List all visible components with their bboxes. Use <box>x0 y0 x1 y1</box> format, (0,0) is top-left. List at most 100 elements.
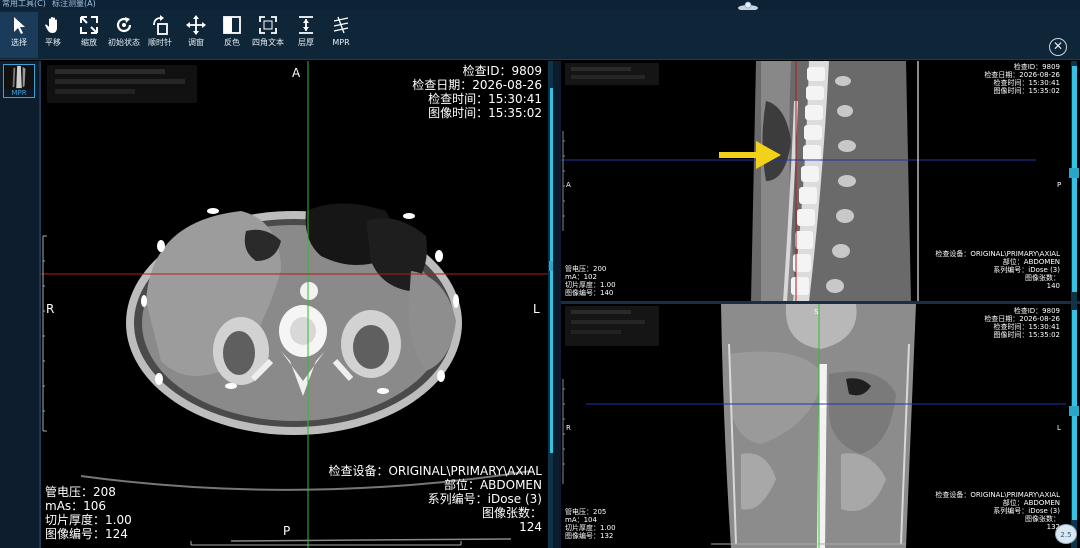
orient-left-label: R <box>46 302 55 316</box>
exam-id: 检查ID：9809 <box>462 64 542 78</box>
image-count-label: 图像张数： <box>481 506 542 520</box>
sagittal-scrollbar-thumb[interactable] <box>1072 66 1077 292</box>
mas-value: mA：104 <box>565 516 597 524</box>
spine-thumbnail-image <box>4 65 34 89</box>
axial-top-right-info: 检查ID：9809 检查日期：2026-08-26 检查时间：15:30:41 … <box>412 64 542 120</box>
menu-bar: 常用工具(C) 标注测量(A) <box>0 0 1080 11</box>
sagittal-bottom-right-info: 检查设备：ORIGINAL\PRIMARY\AXIAL 部位：ABDOMEN 系… <box>935 250 1060 290</box>
image-number: 图像编号：124 <box>45 527 128 541</box>
orient-left-label: R <box>566 424 571 432</box>
image-time: 图像时间：15:35:02 <box>993 87 1060 95</box>
tool-label: 初始状态 <box>108 38 140 47</box>
image-number: 图像编号：140 <box>565 289 614 297</box>
close-button[interactable]: ✕ <box>1049 38 1067 56</box>
zoom-level-badge[interactable]: 2.5 <box>1055 524 1077 544</box>
series-number: 系列编号：iDose (3) <box>993 266 1060 274</box>
image-time: 图像时间：15:35:02 <box>993 331 1060 339</box>
mpr-series-thumbnail[interactable]: MPR <box>3 64 35 98</box>
tool-pan-button[interactable]: 平移 <box>34 12 72 58</box>
orient-right-label: P <box>1057 181 1062 189</box>
corner-text-icon <box>259 16 277 34</box>
tool-slice-thickness-button[interactable]: 层厚 <box>287 12 325 58</box>
tool-select-button[interactable]: 选择 <box>0 12 38 58</box>
coronal-bottom-left-info: 管电压：205 mA：104 切片厚度：1.00 图像编号：132 <box>565 508 616 540</box>
sagittal-scrollbar-knob[interactable] <box>1069 168 1079 178</box>
image-number: 图像编号：132 <box>565 532 614 540</box>
tool-window-level-button[interactable]: 调窗 <box>177 12 215 58</box>
mas-value: mAs：106 <box>45 499 107 513</box>
body-part: 部位：ABDOMEN <box>443 478 542 492</box>
body-part: 部位：ABDOMEN <box>1002 499 1060 507</box>
orient-top-label: A <box>292 66 301 80</box>
slice-thickness: 切片厚度：1.00 <box>565 524 616 532</box>
tube-voltage: 管电压：208 <box>45 485 116 499</box>
exam-time: 检查时间：15:30:41 <box>993 79 1060 87</box>
axial-bottom-left-info: 管电压：208 mAs：106 切片厚度：1.00 图像编号：124 <box>45 485 132 541</box>
sagittal-top-right-info: 检查ID：9809 检查日期：2026-08-26 检查时间：15:30:41 … <box>984 63 1060 95</box>
tool-label: 反色 <box>224 38 240 47</box>
orient-left-label: A <box>566 181 571 189</box>
tube-voltage: 管电压：200 <box>565 265 607 273</box>
tool-label: MPR <box>332 38 350 47</box>
coronal-scrollbar-knob[interactable] <box>1069 406 1079 416</box>
toolbar: 选择 平移 缩放 初始状态 顺时针 调窗 反色 四角文本 层厚 MPR ✕ <box>0 10 1080 60</box>
viewport-separator <box>553 61 561 548</box>
axial-bottom-right-info: 检查设备：ORIGINAL\PRIMARY\AXIAL 部位：ABDOMEN 系… <box>328 464 542 534</box>
exam-time: 检查时间：15:30:41 <box>428 92 542 106</box>
exam-id: 检查ID：9809 <box>1013 63 1060 71</box>
sagittal-bottom-left-info: 管电压：200 mA：102 切片厚度：1.00 图像编号：140 <box>565 265 616 297</box>
exam-date: 检查日期：2026-08-26 <box>984 315 1060 323</box>
tool-mpr-button[interactable]: MPR <box>322 12 360 58</box>
tool-label: 缩放 <box>81 38 97 47</box>
tool-zoom-button[interactable]: 缩放 <box>70 12 108 58</box>
exam-time: 检查时间：15:30:41 <box>993 323 1060 331</box>
orient-right-label: L <box>533 302 540 316</box>
exam-date: 检查日期：2026-08-26 <box>412 78 542 92</box>
device-info: 检查设备：ORIGINAL\PRIMARY\AXIAL <box>935 491 1060 499</box>
image-count-label: 图像张数： <box>1025 515 1060 523</box>
tool-label: 层厚 <box>298 38 314 47</box>
axial-viewport[interactable]: 检查ID：9809 检查日期：2026-08-26 检查时间：15:30:41 … <box>40 61 548 548</box>
tool-label: 调窗 <box>188 38 204 47</box>
mas-value: mA：102 <box>565 273 597 281</box>
tube-voltage: 管电压：205 <box>565 508 607 516</box>
tool-reset-button[interactable]: 初始状态 <box>105 12 143 58</box>
series-number: 系列编号：iDose (3) <box>993 507 1060 515</box>
window-level-icon <box>186 15 206 35</box>
coronal-viewport[interactable]: 检查ID：9809 检查日期：2026-08-26 检查时间：15:30:41 … <box>561 304 1080 548</box>
orient-right-label: L <box>1057 424 1061 432</box>
tool-label: 选择 <box>11 38 27 47</box>
tool-label: 四角文本 <box>252 38 284 47</box>
thumbnail-label: MPR <box>4 89 34 97</box>
image-count-label: 图像张数： <box>1025 274 1060 282</box>
series-thumbnail-strip: MPR <box>0 61 40 548</box>
exam-id: 检查ID：9809 <box>1013 307 1060 315</box>
invert-icon <box>223 16 241 34</box>
hand-icon <box>45 17 57 33</box>
mpr-viewer-window: 常用工具(C) 标注测量(A) 选择 平移 缩放 初始状态 顺时针 调窗 反色 … <box>0 0 1080 548</box>
menu-common-tools[interactable]: 常用工具(C) <box>2 0 46 9</box>
slice-thickness: 切片厚度：1.00 <box>565 281 616 289</box>
tool-label: 平移 <box>45 38 61 47</box>
tool-label: 顺时针 <box>148 38 172 47</box>
orient-bottom-label: P <box>283 524 291 538</box>
body-part: 部位：ABDOMEN <box>1002 258 1060 266</box>
image-time: 图像时间：15:35:02 <box>428 106 542 120</box>
mpr-icon <box>333 16 349 34</box>
menu-annotation[interactable]: 标注测量(A) <box>52 0 96 9</box>
slice-thickness-icon <box>299 16 313 34</box>
image-count: 140 <box>1046 282 1060 290</box>
device-info: 检查设备：ORIGINAL\PRIMARY\AXIAL <box>328 464 542 478</box>
image-count: 124 <box>519 520 542 534</box>
sagittal-viewport[interactable]: 检查ID：9809 检查日期：2026-08-26 检查时间：15:30:41 … <box>561 61 1080 302</box>
tool-corner-text-button[interactable]: 四角文本 <box>249 12 287 58</box>
rotate-cw-icon <box>153 15 168 35</box>
tool-invert-button[interactable]: 反色 <box>213 12 251 58</box>
tool-rotate-cw-button[interactable]: 顺时针 <box>141 12 179 58</box>
series-number: 系列编号：iDose (3) <box>427 492 542 506</box>
orient-top-label: S <box>814 308 819 316</box>
device-info: 检查设备：ORIGINAL\PRIMARY\AXIAL <box>935 250 1060 258</box>
image-count: 132 <box>1046 523 1060 531</box>
cursor-icon <box>14 17 25 34</box>
zoom-icon <box>80 16 98 34</box>
